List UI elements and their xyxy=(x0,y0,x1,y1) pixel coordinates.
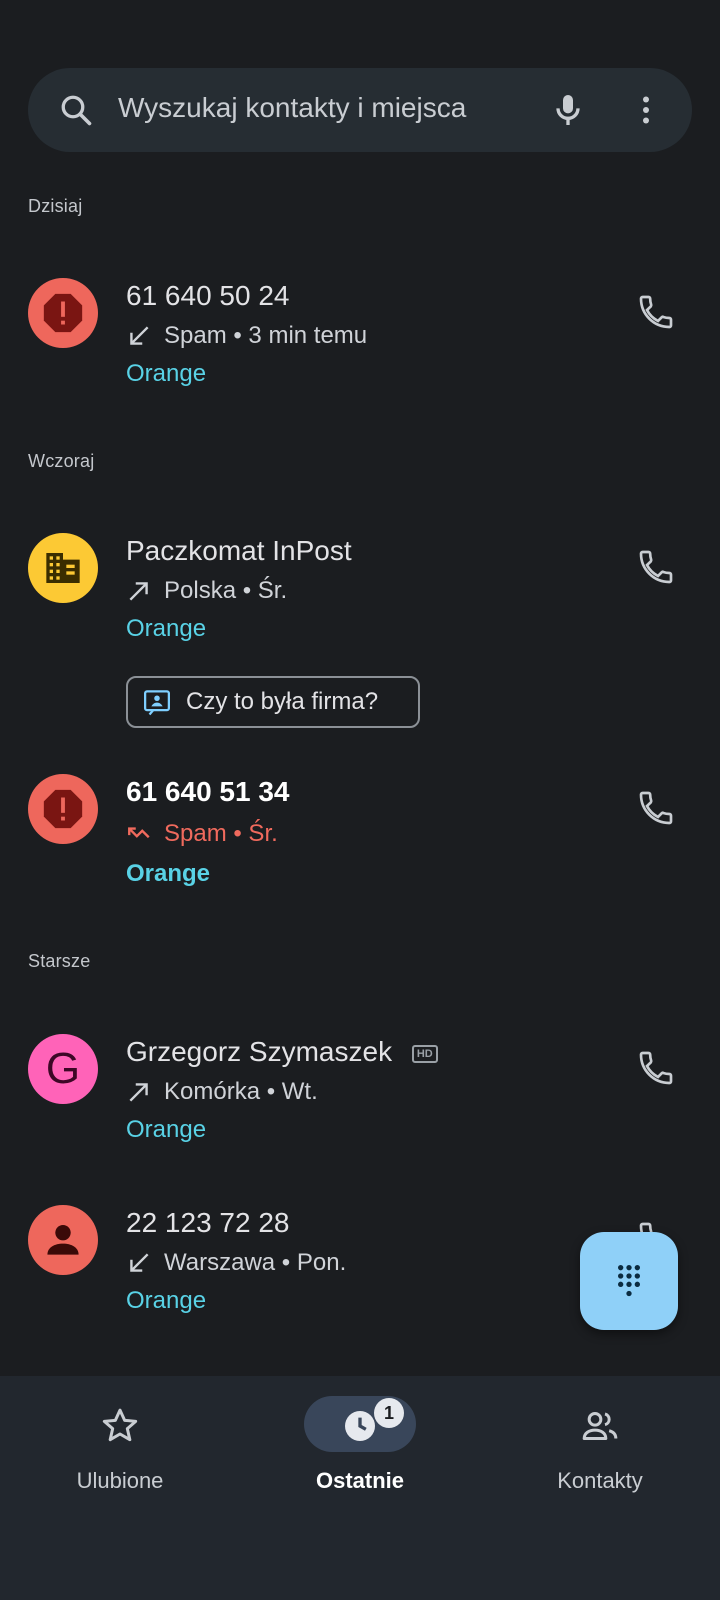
spam-warning-icon xyxy=(43,293,83,333)
call-carrier: Orange xyxy=(126,1287,207,1314)
call-detail: Warszawa • Pon. xyxy=(164,1249,347,1276)
was-business-chip[interactable]: Czy to była firma? xyxy=(126,676,420,728)
call-detail-row: Spam • Śr. xyxy=(126,820,278,848)
nav-label: Ostatnie xyxy=(315,1468,405,1493)
call-detail-row: Spam • 3 min temu xyxy=(126,322,367,350)
nav-tab-contacts[interactable]: Kontakty xyxy=(480,1376,720,1516)
outgoing-call-icon xyxy=(129,582,148,601)
business-avatar xyxy=(28,533,98,603)
call-carrier: Orange xyxy=(126,360,207,387)
search-icon xyxy=(61,95,92,126)
notification-badge: 1 xyxy=(374,1398,404,1428)
search-bar[interactable]: Wyszukaj kontakty i miejsca xyxy=(28,68,692,152)
search-input[interactable]: Wyszukaj kontakty i miejsca xyxy=(118,92,466,124)
section-header-today: Dzisiaj xyxy=(28,196,83,216)
star-icon xyxy=(102,1408,138,1442)
call-button-icon[interactable] xyxy=(636,1048,676,1088)
nav-label: Ulubione xyxy=(76,1468,164,1493)
nav-tab-favorites[interactable]: Ulubione xyxy=(0,1376,240,1516)
avatar-initial: G xyxy=(45,1044,81,1093)
call-detail: Spam • 3 min temu xyxy=(164,322,368,349)
hd-badge-icon: HD xyxy=(411,1045,438,1063)
person-icon xyxy=(47,1224,79,1255)
chip-label: Czy to była firma? xyxy=(186,688,379,715)
section-header-yesterday: Wczoraj xyxy=(28,451,95,471)
incoming-call-icon xyxy=(130,1253,149,1272)
call-detail: Spam • Śr. xyxy=(164,820,278,847)
call-name-text: Grzegorz Szymaszek xyxy=(126,1036,393,1067)
call-detail: Polska • Śr. xyxy=(164,577,288,604)
section-header-older: Starsze xyxy=(28,951,91,971)
call-carrier: Orange xyxy=(126,1116,207,1143)
dialpad-fab-button[interactable] xyxy=(580,1232,678,1330)
dialpad-icon xyxy=(618,1265,640,1297)
call-button-icon[interactable] xyxy=(636,547,676,587)
nav-label: Kontakty xyxy=(557,1468,643,1493)
business-icon xyxy=(46,553,80,583)
call-carrier: Orange xyxy=(126,860,211,887)
contact-avatar: G xyxy=(28,1034,98,1104)
incoming-call-icon xyxy=(130,326,149,345)
outgoing-call-icon xyxy=(129,1083,148,1102)
microphone-icon[interactable] xyxy=(548,90,588,130)
call-button-icon[interactable] xyxy=(636,292,676,332)
call-name: 61 640 50 24 xyxy=(126,280,290,311)
nav-tab-recents[interactable]: 1 Ostatnie xyxy=(240,1376,480,1516)
business-card-icon xyxy=(144,690,170,716)
missed-call-icon xyxy=(128,827,150,839)
call-detail-row: Polska • Śr. xyxy=(126,577,287,605)
bottom-navigation: Ulubione 1 Ostatnie Kontakty xyxy=(0,1376,720,1600)
call-detail-row: Warszawa • Pon. xyxy=(126,1249,346,1277)
call-name: 61 640 51 34 xyxy=(126,776,290,807)
call-name: Paczkomat InPost xyxy=(126,535,352,566)
contacts-icon xyxy=(582,1412,618,1440)
call-name: Grzegorz Szymaszek HD xyxy=(126,1036,438,1068)
spam-avatar xyxy=(28,278,98,348)
more-options-icon[interactable] xyxy=(628,92,664,128)
call-name: 22 123 72 28 xyxy=(126,1207,290,1238)
call-button-icon[interactable] xyxy=(636,788,676,828)
call-carrier: Orange xyxy=(126,615,207,642)
person-avatar xyxy=(28,1205,98,1275)
spam-warning-icon xyxy=(43,789,83,829)
call-detail: Komórka • Wt. xyxy=(164,1078,318,1105)
call-detail-row: Komórka • Wt. xyxy=(126,1078,318,1106)
spam-avatar xyxy=(28,774,98,844)
